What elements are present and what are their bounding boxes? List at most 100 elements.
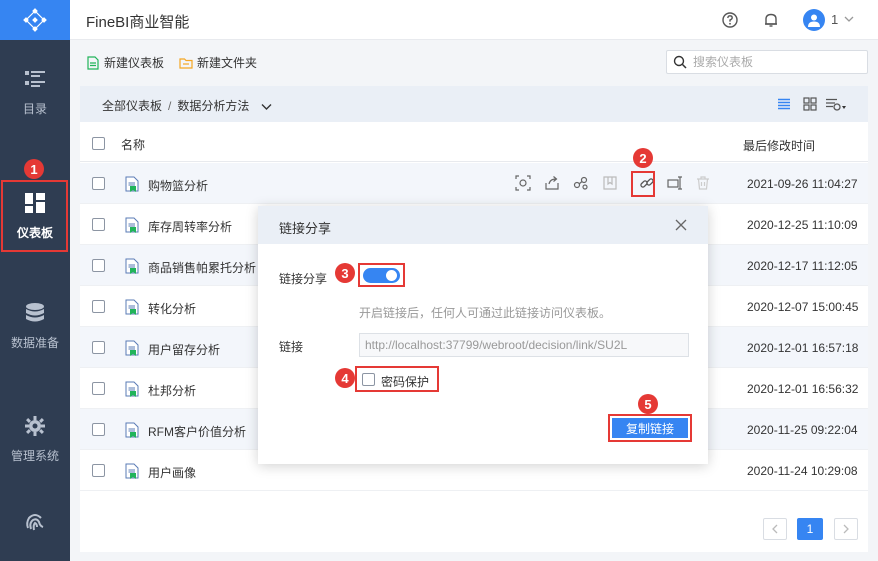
row-name[interactable]: 库存周转率分析 [148,218,232,235]
share-toggle-highlight [358,263,405,287]
new-dashboard-label: 新建仪表板 [104,56,165,70]
step-marker-1: 1 [24,159,44,179]
copy-link-highlight: 复制链接 [608,414,692,442]
trash-icon[interactable] [695,175,711,191]
row-name[interactable]: 用户画像 [148,464,196,481]
sidebar-item-catalog[interactable]: 目录 [0,56,70,128]
sidebar-item-admin[interactable]: 管理系统 [0,403,70,475]
new-dashboard-icon [87,55,99,70]
share-toggle-label: 链接分享 [279,272,328,286]
search-box[interactable] [666,50,868,74]
password-protect-checkbox[interactable] [362,373,375,386]
row-name[interactable]: 杜邦分析 [148,382,196,399]
dashboard-file-icon [125,422,139,438]
col-header-name: 名称 [121,138,146,152]
row-checkbox[interactable] [92,423,105,436]
row-checkbox[interactable] [92,382,105,395]
highlight-box [1,180,68,252]
row-checkbox[interactable] [92,218,105,231]
row-checkbox[interactable] [92,341,105,354]
password-protect-label[interactable]: 密码保护 [381,373,429,390]
chevron-left-icon [772,524,778,534]
sort-icon[interactable] [825,97,849,111]
select-all-checkbox[interactable] [92,137,105,150]
bookmark-icon[interactable] [602,175,618,191]
breadcrumb-bar: 全部仪表板 / 数据分析方法 [80,86,868,122]
sidebar-item-data-prep[interactable]: 数据准备 [0,290,70,362]
collaborate-icon[interactable] [573,175,589,191]
search-icon [673,55,687,69]
row-time: 2020-11-24 10:29:08 [747,464,858,478]
link-share-dialog: 链接分享 链接分享 开启链接后，任何人可通过此链接访问仪表板。 链接 密码保护 … [258,206,708,464]
next-page-button[interactable] [834,518,858,540]
logo-icon [23,8,47,32]
row-name[interactable]: 转化分析 [148,300,196,317]
fingerprint-icon [24,512,46,534]
row-checkbox[interactable] [92,464,105,477]
topbar: FineBI商业智能 1 [70,0,878,40]
grid-view-icon[interactable] [803,97,817,111]
row-checkbox[interactable] [92,177,105,190]
dashboard-file-icon [125,176,139,192]
share-hint: 开启链接后，任何人可通过此链接访问仪表板。 [359,306,612,320]
sidebar-item-label: 目录 [22,101,47,116]
sidebar: 目录 仪表板 数据准备 管理系统 1 [0,0,70,561]
step-marker-3: 3 [335,263,355,283]
row-name[interactable]: RFM客户价值分析 [148,423,246,440]
preview-icon[interactable] [515,175,531,191]
table-header: 名称 最后修改时间 [80,122,868,162]
catalog-icon [24,68,46,90]
breadcrumb-current[interactable]: 数据分析方法 [177,99,249,113]
dashboard-file-icon [125,381,139,397]
database-icon [24,302,46,324]
row-time: 2020-12-07 15:00:45 [747,300,859,314]
dashboard-file-icon [125,217,139,233]
bell-icon[interactable] [762,11,780,29]
link-field[interactable] [359,333,689,357]
chevron-down-icon[interactable] [261,103,272,111]
logo[interactable] [0,0,70,40]
table-row[interactable]: 购物篮分析 2021-09-26 11:04:27 [80,163,868,204]
step-marker-4: 4 [335,368,355,388]
row-checkbox[interactable] [92,300,105,313]
link-label: 链接 [279,340,304,354]
user-name[interactable]: 1 [831,12,838,27]
gear-icon [24,415,46,437]
row-name[interactable]: 商品销售帕累托分析 [148,259,256,276]
row-name[interactable]: 用户留存分析 [148,341,220,358]
password-protect-highlight: 密码保护 [355,366,439,392]
dashboard-file-icon [125,258,139,274]
row-name[interactable]: 购物篮分析 [148,177,208,194]
new-dashboard-button[interactable]: 新建仪表板 [86,54,164,71]
list-view-icon[interactable] [777,97,791,111]
breadcrumb-root[interactable]: 全部仪表板 [102,99,162,113]
row-time: 2020-12-17 11:12:05 [747,259,858,273]
row-checkbox[interactable] [92,259,105,272]
new-folder-button[interactable]: 新建文件夹 [179,54,257,71]
chevron-down-icon[interactable] [844,15,854,23]
chevron-right-icon [843,524,849,534]
share-toggle[interactable] [363,268,400,283]
row-time: 2020-11-25 09:22:04 [747,423,858,437]
share-icon[interactable] [544,175,560,191]
link-button-highlight [631,171,655,197]
search-input[interactable] [693,55,853,69]
col-header-time[interactable]: 最后修改时间 [743,137,815,154]
breadcrumb: 全部仪表板 / 数据分析方法 [102,97,272,114]
sidebar-item-dashboard[interactable]: 仪表板 [0,180,70,252]
help-icon[interactable] [721,11,739,29]
close-icon[interactable] [674,218,688,232]
app-title: FineBI商业智能 [86,14,190,31]
prev-page-button[interactable] [763,518,787,540]
new-folder-label: 新建文件夹 [197,56,258,70]
avatar[interactable] [803,9,825,31]
dialog-header: 链接分享 [258,206,708,244]
dialog-title: 链接分享 [279,221,332,236]
rename-icon[interactable] [667,175,683,191]
sidebar-item-label: 数据准备 [10,335,59,350]
row-time: 2020-12-01 16:56:32 [747,382,859,396]
toggle-knob [386,270,397,281]
sidebar-item-security[interactable] [0,492,70,561]
copy-link-button[interactable]: 复制链接 [612,418,688,438]
page-number-current[interactable]: 1 [797,518,823,540]
